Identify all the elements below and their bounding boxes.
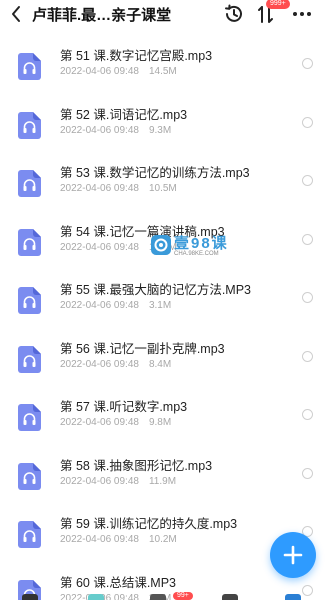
- file-meta: 2022-04-06 09:48 14.5M: [60, 66, 177, 77]
- file-date: 2022-04-06 09:48: [60, 358, 139, 370]
- file-name: 第 51 课.数字记忆宫殿.mp3: [60, 49, 213, 63]
- file-meta: 2022-04-06 09:48 8.4M: [60, 359, 171, 370]
- file-name: 第 58 课.抽象图形记忆.mp3: [60, 458, 213, 473]
- file-meta: 2022-04-06 09:48 9.8M: [60, 417, 171, 428]
- select-radio[interactable]: [302, 292, 313, 303]
- file-name: 第 52 课.词语记忆.mp3: [60, 107, 188, 122]
- file-size: 9.8M: [148, 417, 172, 428]
- audio-file-icon: [18, 345, 41, 373]
- select-radio[interactable]: [302, 175, 313, 186]
- select-radio[interactable]: [302, 350, 313, 362]
- tab-icon-3[interactable]: [150, 594, 166, 600]
- file-size: 10.2M: [148, 534, 177, 545]
- file-date: 2022-04-06 09:48: [60, 534, 139, 545]
- history-button[interactable]: [223, 3, 245, 25]
- watermark-text: 壹98课: [174, 235, 229, 252]
- chevron-left-icon: [12, 6, 20, 22]
- file-size: 9.3M: [148, 124, 172, 136]
- tab-badge: 99+: [173, 592, 193, 600]
- tab-icon-5[interactable]: [285, 594, 301, 600]
- audio-file-icon: [18, 111, 41, 139]
- back-button[interactable]: [6, 3, 26, 25]
- audio-file-icon: [18, 53, 41, 80]
- list-item[interactable]: 第 53 课.数学记忆的训练方法.mp3 2022-04-06 09:48 10.5…: [0, 159, 325, 217]
- file-name: 第 57 课.听记数字.mp3: [60, 400, 188, 414]
- list-item[interactable]: 第 51 课.数字记忆宫殿.mp3 2022-04-06 09:48 14.5M: [0, 42, 325, 100]
- list-item[interactable]: 第 58 课.抽象图形记忆.mp3 2022-04-06 09:48 11.9M: [0, 452, 325, 510]
- list-item[interactable]: 第 52 课.词语记忆.mp3 2022-04-06 09:48 9.3M: [0, 101, 325, 159]
- select-radio[interactable]: [302, 58, 313, 69]
- list-item[interactable]: 第 55 课.最强大脑的记忆方法.MP3 2022-04-06 09:48 3.1M: [0, 276, 325, 334]
- file-meta: 2022-04-06 09:48 9.3M: [60, 125, 171, 136]
- file-meta: 2022-04-06 09:48 3.1M: [60, 300, 171, 311]
- audio-file-icon: [18, 521, 41, 548]
- file-date: 2022-04-06 09:48: [60, 66, 139, 77]
- file-meta: 2022-04-06 09:48 10.2M: [60, 534, 177, 545]
- bottom-tab-bar: [0, 594, 325, 600]
- file-date: 2022-04-06 09:48: [60, 124, 139, 136]
- file-date: 2022-04-06 09:48: [60, 183, 139, 194]
- more-dots-icon: [293, 12, 311, 16]
- file-date: 2022-04-06 09:48: [60, 241, 139, 253]
- file-name: 第 56 课.记忆一副扑克牌.mp3: [60, 341, 225, 356]
- watermark-url: CHA.98KE.COM: [174, 251, 219, 257]
- audio-file-icon: [18, 287, 41, 314]
- select-radio[interactable]: [302, 233, 313, 245]
- audio-file-icon: [18, 404, 41, 431]
- plus-icon: [283, 545, 303, 565]
- file-size: 11.9M: [148, 475, 177, 487]
- file-date: 2022-04-06 09:48: [60, 475, 139, 487]
- file-date: 2022-04-06 09:48: [60, 417, 139, 428]
- tab-icon-1[interactable]: [22, 594, 38, 600]
- file-size: 8.4M: [148, 358, 172, 370]
- tab-icon-4[interactable]: [222, 594, 238, 600]
- audio-file-icon: [18, 462, 41, 490]
- sort-badge: 999+: [266, 0, 290, 9]
- file-size: 10.5M: [148, 183, 177, 194]
- tab-icon-2[interactable]: [88, 594, 104, 600]
- top-bar: 卢菲菲.最…亲子课堂 999+: [0, 0, 325, 30]
- select-radio[interactable]: [302, 467, 313, 479]
- file-size: 3.1M: [148, 300, 172, 311]
- list-item[interactable]: 第 56 课.记忆一副扑克牌.mp3 2022-04-06 09:48 8.4M: [0, 335, 325, 393]
- clock-icon: [225, 4, 242, 22]
- select-radio[interactable]: [302, 116, 313, 128]
- file-date: 2022-04-06 09:48: [60, 300, 139, 311]
- file-size: 14.5M: [148, 66, 177, 77]
- audio-file-icon: [18, 228, 41, 256]
- file-name: 第 59 课.训练记忆的持久度.mp3: [60, 517, 238, 531]
- watermark-logo-icon: [151, 235, 171, 255]
- add-button[interactable]: [270, 532, 316, 578]
- list-item[interactable]: 第 57 课.听记数字.mp3 2022-04-06 09:48 9.8M: [0, 393, 325, 451]
- file-name: 第 55 课.最强大脑的记忆方法.MP3: [60, 283, 251, 297]
- more-button[interactable]: [290, 3, 314, 25]
- page-title: 卢菲菲.最…亲子课堂: [32, 7, 172, 24]
- file-name: 第 53 课.数学记忆的训练方法.mp3: [60, 166, 250, 180]
- audio-file-icon: [18, 170, 41, 197]
- file-meta: 2022-04-06 09:48 11.9M: [60, 476, 176, 487]
- file-meta: 2022-04-06 09:48 10.5M: [60, 183, 177, 194]
- select-radio[interactable]: [302, 409, 313, 420]
- file-name: 第 60 课.总结课.MP3: [60, 575, 176, 590]
- watermark: 壹98课 CHA.98KE.COM: [150, 233, 230, 263]
